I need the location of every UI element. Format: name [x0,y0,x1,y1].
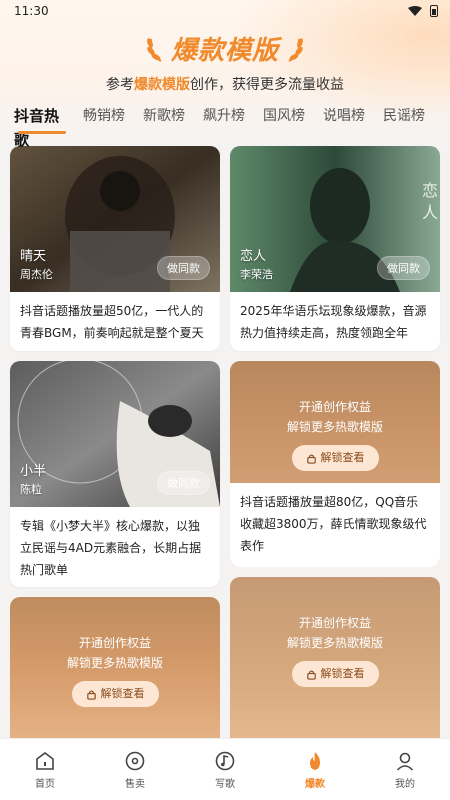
song-artist: 陈粒 [20,483,42,496]
unlock-button[interactable]: 解锁查看 [71,681,159,707]
unlock-button[interactable]: 解锁查看 [291,661,379,687]
make-same-button[interactable]: 做同款 [157,471,210,495]
subtitle-suffix: 创作，获得更多流量收益 [190,77,344,93]
chart-tabs: 抖音热歌 畅销榜 新歌榜 飙升榜 国风榜 说唱榜 民谣榜 [14,104,450,149]
lock-line-1: 开通创作权益 [78,636,151,650]
locked-template-card[interactable]: 开通创作权益 解锁更多热歌模版 解锁查看 [230,577,440,747]
lock-line-2: 解锁更多热歌模版 [286,420,383,434]
song-title: 恋人 [240,249,267,264]
song-title: 晴天 [20,249,47,264]
song-title: 小半 [20,464,47,479]
nav-sell[interactable]: 售卖 [105,750,165,790]
tab-bestseller[interactable]: 畅销榜 [74,104,134,132]
tab-rising[interactable]: 飙升榜 [194,104,254,132]
song-cover: 小半 陈粒 做同款 [10,361,220,507]
lock-icon [306,669,316,680]
lock-line-2: 解锁更多热歌模版 [286,636,383,650]
nav-label: 首页 [35,778,55,790]
lock-line-1: 开通创作权益 [298,400,371,414]
page-subtitle: 参考爆款模版创作，获得更多流量收益 [0,74,450,94]
locked-template-card[interactable]: 开通创作权益 解锁更多热歌模版 解锁查看 抖音话题播放量超80亿，QQ音乐收藏超… [230,361,440,567]
flame-icon [310,751,320,770]
song-card[interactable]: 恋 人 恋人 李荣浩 做同款 2025年华语乐坛现象级爆款，音源热力值持续走高，… [230,146,440,351]
nav-label: 爆款 [305,778,325,790]
subtitle-prefix: 参考 [106,77,134,93]
make-same-button[interactable]: 做同款 [377,256,430,280]
song-card[interactable]: 小半 陈粒 做同款 专辑《小梦大半》核心爆款，以独立民谣与4AD元素融合，长期占… [10,361,220,587]
locked-overlay: 开通创作权益 解锁更多热歌模版 解锁查看 [230,577,440,723]
battery-icon [430,5,438,17]
song-cover: 晴天 周杰伦 做同款 [10,146,220,292]
lock-icon [86,689,96,700]
nav-label: 我的 [395,778,415,790]
status-bar: 11:30 [0,0,450,22]
user-icon [396,752,414,771]
unlock-button[interactable]: 解锁查看 [291,445,379,471]
tab-guofeng[interactable]: 国风榜 [254,104,314,132]
disc-icon [125,751,145,770]
status-time: 11:30 [14,4,49,18]
song-description: 抖音话题播放量超50亿，一代人的青春BGM，前奏响起就是整个夏天 [20,304,204,340]
cover-deco-text: 恋 [422,181,438,200]
laurel-left-icon [147,38,162,62]
locked-template-card[interactable]: 开通创作权益 解锁更多热歌模版 解锁查看 [10,597,220,747]
tab-douyin-hot[interactable]: 抖音热歌 [14,104,70,149]
make-same-button[interactable]: 做同款 [157,256,210,280]
song-description: 抖音话题播放量超80亿，QQ音乐收藏超3800万，薛氏情歌现象级代表作 [230,483,440,567]
unlock-button-label: 解锁查看 [100,687,145,700]
unlock-button-label: 解锁查看 [320,667,365,680]
nav-mine[interactable]: 我的 [375,750,435,790]
tab-new-songs[interactable]: 新歌榜 [134,104,194,132]
lock-line-1: 开通创作权益 [298,616,371,630]
locked-overlay: 开通创作权益 解锁更多热歌模版 解锁查看 [10,597,220,743]
song-artist: 周杰伦 [20,268,53,281]
song-description: 专辑《小梦大半》核心爆款，以独立民谣与4AD元素融合，长期占据热门歌单 [20,519,202,577]
lock-line-2: 解锁更多热歌模版 [66,656,163,670]
song-card[interactable]: 晴天 周杰伦 做同款 抖音话题播放量超50亿，一代人的青春BGM，前奏响起就是整… [10,146,220,351]
nav-label: 售卖 [125,778,145,790]
tab-folk[interactable]: 民谣榜 [374,104,434,132]
nav-write[interactable]: 写歌 [195,750,255,790]
cover-deco-text: 人 [422,203,438,222]
lock-icon [306,453,316,464]
tab-rap[interactable]: 说唱榜 [314,104,374,132]
laurel-right-icon [288,38,303,62]
wifi-icon [408,6,422,16]
bottom-nav: 首页 售卖 写歌 爆款 我的 [0,738,450,800]
home-icon [36,751,54,770]
page-header: 爆款模版 参考爆款模版创作，获得更多流量收益 [0,28,450,94]
page-title: 爆款模版 [170,35,279,66]
subtitle-highlight: 爆款模版 [134,77,190,93]
song-artist: 李荣浩 [240,268,273,281]
music-note-icon [215,751,235,770]
nav-home[interactable]: 首页 [15,750,75,790]
song-description: 2025年华语乐坛现象级爆款，音源热力值持续走高，热度领跑全年 [240,304,427,340]
song-cover: 恋 人 恋人 李荣浩 做同款 [230,146,440,292]
nav-label: 写歌 [215,778,235,790]
nav-hits[interactable]: 爆款 [285,750,345,790]
unlock-button-label: 解锁查看 [320,451,365,464]
